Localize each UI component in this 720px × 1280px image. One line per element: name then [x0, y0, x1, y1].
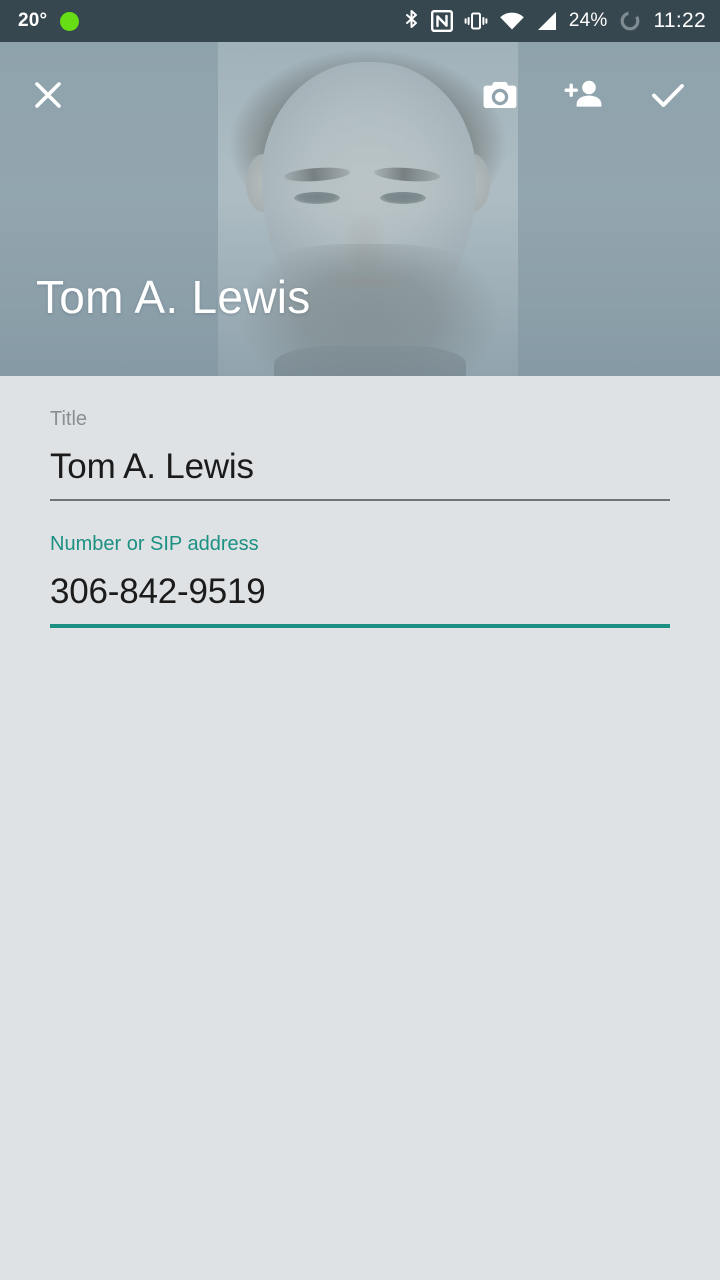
close-button[interactable] [16, 65, 80, 129]
status-bar-right: 24% 11:22 [403, 9, 706, 33]
close-icon [29, 76, 67, 119]
contact-name-overlay: Tom A. Lewis [36, 271, 311, 323]
field-number-or-sip[interactable]: Number or SIP address 306-842-9519 [50, 532, 670, 628]
add-person-icon [563, 74, 605, 121]
battery-icon [619, 10, 641, 32]
status-dot-icon [60, 11, 80, 31]
nfc-icon [430, 9, 453, 33]
check-icon [647, 74, 689, 121]
app-toolbar [0, 42, 720, 152]
field-number-label: Number or SIP address [50, 533, 259, 555]
field-title[interactable]: Title Tom A. Lewis [50, 407, 670, 501]
toolbar-actions [468, 65, 720, 129]
camera-button[interactable] [468, 65, 532, 129]
field-number-underline [50, 624, 670, 628]
field-title-input[interactable]: Tom A. Lewis [50, 445, 670, 489]
bluetooth-icon [403, 9, 420, 33]
contact-edit-form: Title Tom A. Lewis Number or SIP address… [0, 376, 720, 1280]
field-title-underline [50, 499, 670, 501]
add-contact-button[interactable] [552, 65, 616, 129]
done-button[interactable] [636, 65, 700, 129]
camera-icon [479, 74, 521, 121]
status-bar: 20° 24% 11:22 [0, 0, 720, 42]
temperature-indicator: 20° [18, 10, 48, 31]
status-bar-left: 20° [18, 10, 80, 32]
field-number-input[interactable]: 306-842-9519 [50, 570, 670, 614]
cell-signal-icon [536, 10, 558, 32]
phone-screen: 20° 24% 11:22 Tom A. Lewis Title Tom A. … [0, 0, 720, 1280]
wifi-icon [499, 10, 525, 32]
clock-label: 11:22 [653, 9, 706, 32]
vibrate-icon [464, 9, 488, 33]
field-title-label: Title [50, 408, 88, 430]
battery-percent-label: 24% [568, 10, 608, 31]
